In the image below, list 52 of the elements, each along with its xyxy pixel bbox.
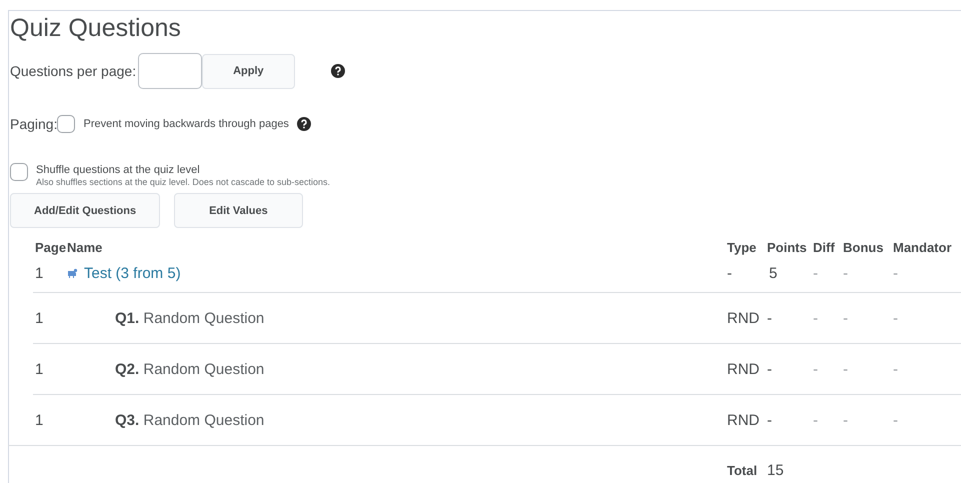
table-cell-text: -	[893, 310, 899, 326]
table-cell-text: -	[893, 264, 899, 282]
column-header: Page	[35, 240, 66, 256]
column-header: Points	[767, 240, 807, 256]
column-header: Diff	[813, 240, 835, 256]
help-icon[interactable]	[296, 117, 311, 131]
questions-per-page-label: Questions per page:	[10, 63, 136, 79]
table-cell-text: 1	[35, 264, 44, 282]
table-cell-text: -	[843, 264, 849, 282]
column-header: Bonus	[843, 240, 884, 256]
add-edit-questions-button[interactable]: Add/Edit Questions	[10, 193, 160, 228]
table-cell-text: 1	[35, 310, 44, 326]
table-cell-text: 1	[35, 360, 44, 378]
table-cell-text: -	[813, 412, 819, 428]
questions-per-page-field[interactable]	[138, 53, 202, 89]
apply-button[interactable]: Apply	[202, 54, 295, 88]
table-cell-text: -	[813, 264, 819, 282]
table-cell-text: -	[893, 412, 899, 428]
section-link[interactable]: Test (3 from 5)	[67, 264, 727, 282]
prevent-backwards-label: Prevent moving backwards through pages	[83, 118, 289, 130]
total-label: Total	[727, 462, 758, 478]
paging-label: Paging:	[10, 116, 58, 132]
table-cell-text: -	[843, 412, 849, 428]
table-cell-text: -	[893, 360, 899, 378]
column-header: Name	[67, 240, 102, 256]
section-icon	[67, 268, 78, 278]
table-cell-text: -	[767, 412, 773, 428]
table-cell-text: -	[813, 360, 819, 378]
column-header: Type	[727, 240, 756, 256]
question-title[interactable]: Q1. Random Question	[67, 310, 727, 326]
question-title[interactable]: Q3. Random Question	[67, 412, 727, 428]
column-header: Mandator	[893, 240, 952, 256]
edit-values-button[interactable]: Edit Values	[174, 193, 303, 228]
shuffle-checkbox[interactable]	[10, 163, 28, 181]
question-title[interactable]: Q2. Random Question	[67, 360, 727, 378]
table-cell-text: 5	[768, 264, 778, 282]
table-cell-text: -	[843, 360, 849, 378]
table-cell-text: 1	[35, 412, 44, 428]
shuffle-label: Shuffle questions at the quiz level	[36, 164, 201, 176]
page-title: Quiz Questions	[10, 13, 182, 43]
table-cell-text: -	[813, 310, 819, 326]
table-cell-text: RND	[727, 360, 760, 378]
total-value: 15	[767, 462, 785, 479]
table-cell-text: -	[767, 310, 773, 326]
help-icon[interactable]	[330, 64, 345, 78]
shuffle-description: Also shuffles sections at the quiz level. Does not cascade to sub-sections.	[36, 177, 330, 187]
table-cell-text: -	[843, 310, 849, 326]
table-cell-text: -	[767, 360, 773, 378]
table-cell-text: RND	[727, 412, 760, 428]
table-cell-text: RND	[727, 310, 760, 326]
prevent-backwards-checkbox[interactable]	[57, 115, 76, 133]
table-cell-text: -	[727, 264, 733, 282]
